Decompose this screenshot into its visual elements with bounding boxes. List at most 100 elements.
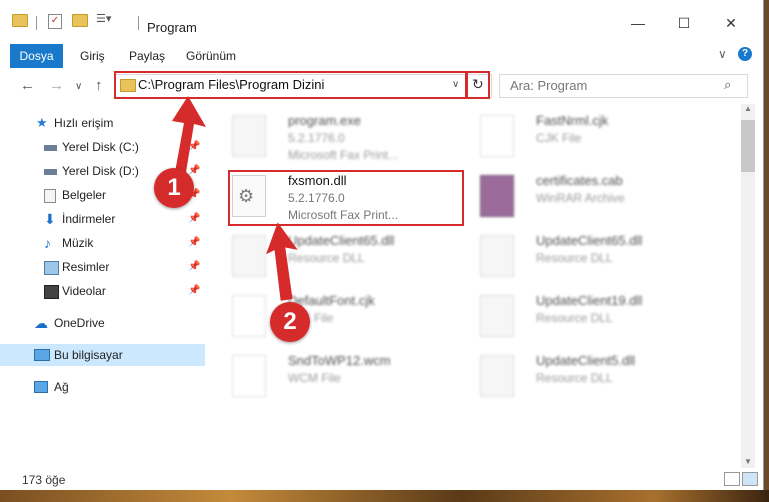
file-item[interactable]: UpdateClient65.dll Resource DLL: [480, 231, 720, 287]
address-highlight-box: [114, 71, 467, 99]
archive-icon: [480, 175, 514, 217]
sidebar-item-music[interactable]: ♪ Müzik 📌: [0, 232, 205, 254]
sidebar-item-quick-access[interactable]: ★ Hızlı erişim: [0, 112, 205, 134]
sidebar-item-label: İndirmeler: [62, 212, 116, 226]
sidebar-item-label: Yerel Disk (C:): [62, 140, 139, 154]
cloud-icon: ☁: [34, 315, 48, 331]
file-item[interactable]: SndToWP12.wcm WCM File: [232, 351, 472, 407]
navigation-pane: ★ Hızlı erişim Yerel Disk (C:) 📌 Yerel D…: [0, 108, 205, 468]
file-name: program.exe: [288, 113, 361, 128]
sidebar-item-label: Resimler: [62, 260, 110, 274]
file-name: UpdateClient65.dll: [288, 233, 395, 248]
tab-home[interactable]: Giriş: [80, 44, 105, 68]
file-item[interactable]: program.exe 5.2.1776.0 Microsoft Fax Pri…: [232, 111, 472, 167]
scroll-down-icon[interactable]: ▼: [744, 457, 752, 466]
divider: [138, 16, 139, 30]
large-icons-view-icon[interactable]: [742, 472, 758, 486]
minimize-button[interactable]: —: [615, 10, 661, 36]
file-type: WCM File: [288, 371, 341, 385]
step-1-marker: 1: [154, 168, 194, 208]
file-item[interactable]: certificates.cab WinRAR Archive: [480, 171, 720, 227]
file-item[interactable]: FastNrml.cjk CJK File: [480, 111, 720, 167]
drive-icon: [44, 145, 57, 151]
window-title: Program: [147, 20, 197, 35]
file-item[interactable]: UpdateClient5.dll Resource DLL: [480, 351, 720, 407]
file-type: Resource DLL: [536, 311, 613, 325]
file-name: UpdateClient19.dll: [536, 293, 643, 308]
sidebar-item-label: Bu bilgisayar: [54, 348, 123, 362]
dll-gear-icon: [480, 235, 514, 277]
scrollbar-thumb[interactable]: [741, 120, 755, 172]
dll-gear-icon: [232, 235, 266, 277]
scroll-up-icon[interactable]: ▲: [744, 104, 752, 113]
file-item[interactable]: UpdateClient65.dll Resource DLL: [232, 231, 472, 287]
sidebar-item-label: OneDrive: [54, 316, 105, 330]
tab-share[interactable]: Paylaş: [129, 44, 165, 68]
dll-gear-icon: [480, 355, 514, 397]
music-icon: ♪: [44, 235, 51, 251]
sidebar-item-label: Hızlı erişim: [54, 116, 114, 130]
file-list: program.exe 5.2.1776.0 Microsoft Fax Pri…: [210, 105, 740, 465]
sidebar-item-downloads[interactable]: ⬇ İndirmeler 📌: [0, 208, 205, 230]
divider: [36, 16, 37, 30]
file-description: Microsoft Fax Print...: [288, 148, 399, 162]
dll-gear-icon: [480, 295, 514, 337]
file-type: Resource DLL: [288, 251, 365, 265]
properties-icon[interactable]: ✓: [48, 14, 62, 29]
sidebar-item-videos[interactable]: Videolar 📌: [0, 280, 205, 302]
item-count: 173 öğe: [22, 473, 66, 487]
chevron-down-icon[interactable]: ∨: [718, 47, 727, 61]
customize-toolbar-icon[interactable]: ☰▾: [96, 12, 112, 28]
details-view-icon[interactable]: [724, 472, 740, 486]
video-icon: [44, 285, 59, 299]
sidebar-item-this-pc[interactable]: Bu bilgisayar: [0, 344, 205, 366]
step-2-marker: 2: [270, 302, 310, 342]
file-name: UpdateClient65.dll: [536, 233, 643, 248]
file-icon: [232, 355, 266, 397]
file-name: FastNrml.cjk: [536, 113, 609, 128]
maximize-button[interactable]: ☐: [661, 10, 707, 36]
search-placeholder: Ara: Program: [510, 78, 588, 93]
file-type: Resource DLL: [536, 251, 613, 265]
pin-icon[interactable]: 📌: [188, 280, 200, 302]
back-button[interactable]: ←: [20, 77, 35, 94]
recent-locations-dropdown[interactable]: ∨: [75, 81, 82, 92]
up-button[interactable]: ↑: [95, 77, 103, 94]
sidebar-item-pictures[interactable]: Resimler 📌: [0, 256, 205, 278]
ribbon-tabs: Dosya Giriş Paylaş Görünüm ∨: [0, 44, 763, 68]
sidebar-item-label: Müzik: [62, 236, 94, 250]
file-icon: [480, 115, 514, 157]
refresh-highlight-box: [466, 71, 490, 99]
folder-icon[interactable]: [12, 12, 28, 28]
forward-button[interactable]: →: [49, 77, 64, 94]
computer-icon: [34, 349, 50, 361]
file-item[interactable]: UpdateClient19.dll Resource DLL: [480, 291, 720, 347]
sidebar-item-onedrive[interactable]: ☁ OneDrive: [0, 312, 205, 334]
sidebar-item-label: Belgeler: [62, 188, 107, 202]
file-name: UpdateClient5.dll: [536, 353, 636, 368]
new-folder-icon[interactable]: [72, 12, 88, 28]
tab-view[interactable]: Görünüm: [186, 44, 236, 68]
sidebar-item-label: Yerel Disk (D:): [62, 164, 139, 178]
pin-icon[interactable]: 📌: [188, 232, 200, 254]
sidebar-item-drive-c[interactable]: Yerel Disk (C:) 📌: [0, 136, 205, 158]
title-bar: ✓ ☰▾ Program — ☐ ✕: [0, 0, 763, 40]
pin-icon[interactable]: 📌: [188, 136, 200, 158]
help-icon[interactable]: ?: [738, 47, 752, 61]
pin-icon[interactable]: 📌: [188, 256, 200, 278]
file-item[interactable]: DefaultFont.cjk CJK File: [232, 291, 472, 347]
close-button[interactable]: ✕: [708, 10, 754, 36]
file-version: 5.2.1776.0: [288, 131, 345, 145]
tab-file[interactable]: Dosya: [10, 44, 63, 68]
file-icon: [232, 295, 266, 337]
explorer-window: ✓ ☰▾ Program — ☐ ✕ Dosya Giriş Paylaş Gö…: [0, 0, 764, 490]
file-name: certificates.cab: [536, 173, 623, 188]
pin-icon[interactable]: 📌: [188, 208, 200, 230]
file-type: WinRAR Archive: [536, 191, 625, 205]
sidebar-item-label: Videolar: [62, 284, 106, 298]
sidebar-item-network[interactable]: Ağ: [0, 376, 205, 398]
search-icon[interactable]: ⌕: [724, 77, 731, 93]
pictures-icon: [44, 261, 59, 275]
star-icon: ★: [36, 115, 48, 130]
documents-icon: [44, 189, 56, 203]
